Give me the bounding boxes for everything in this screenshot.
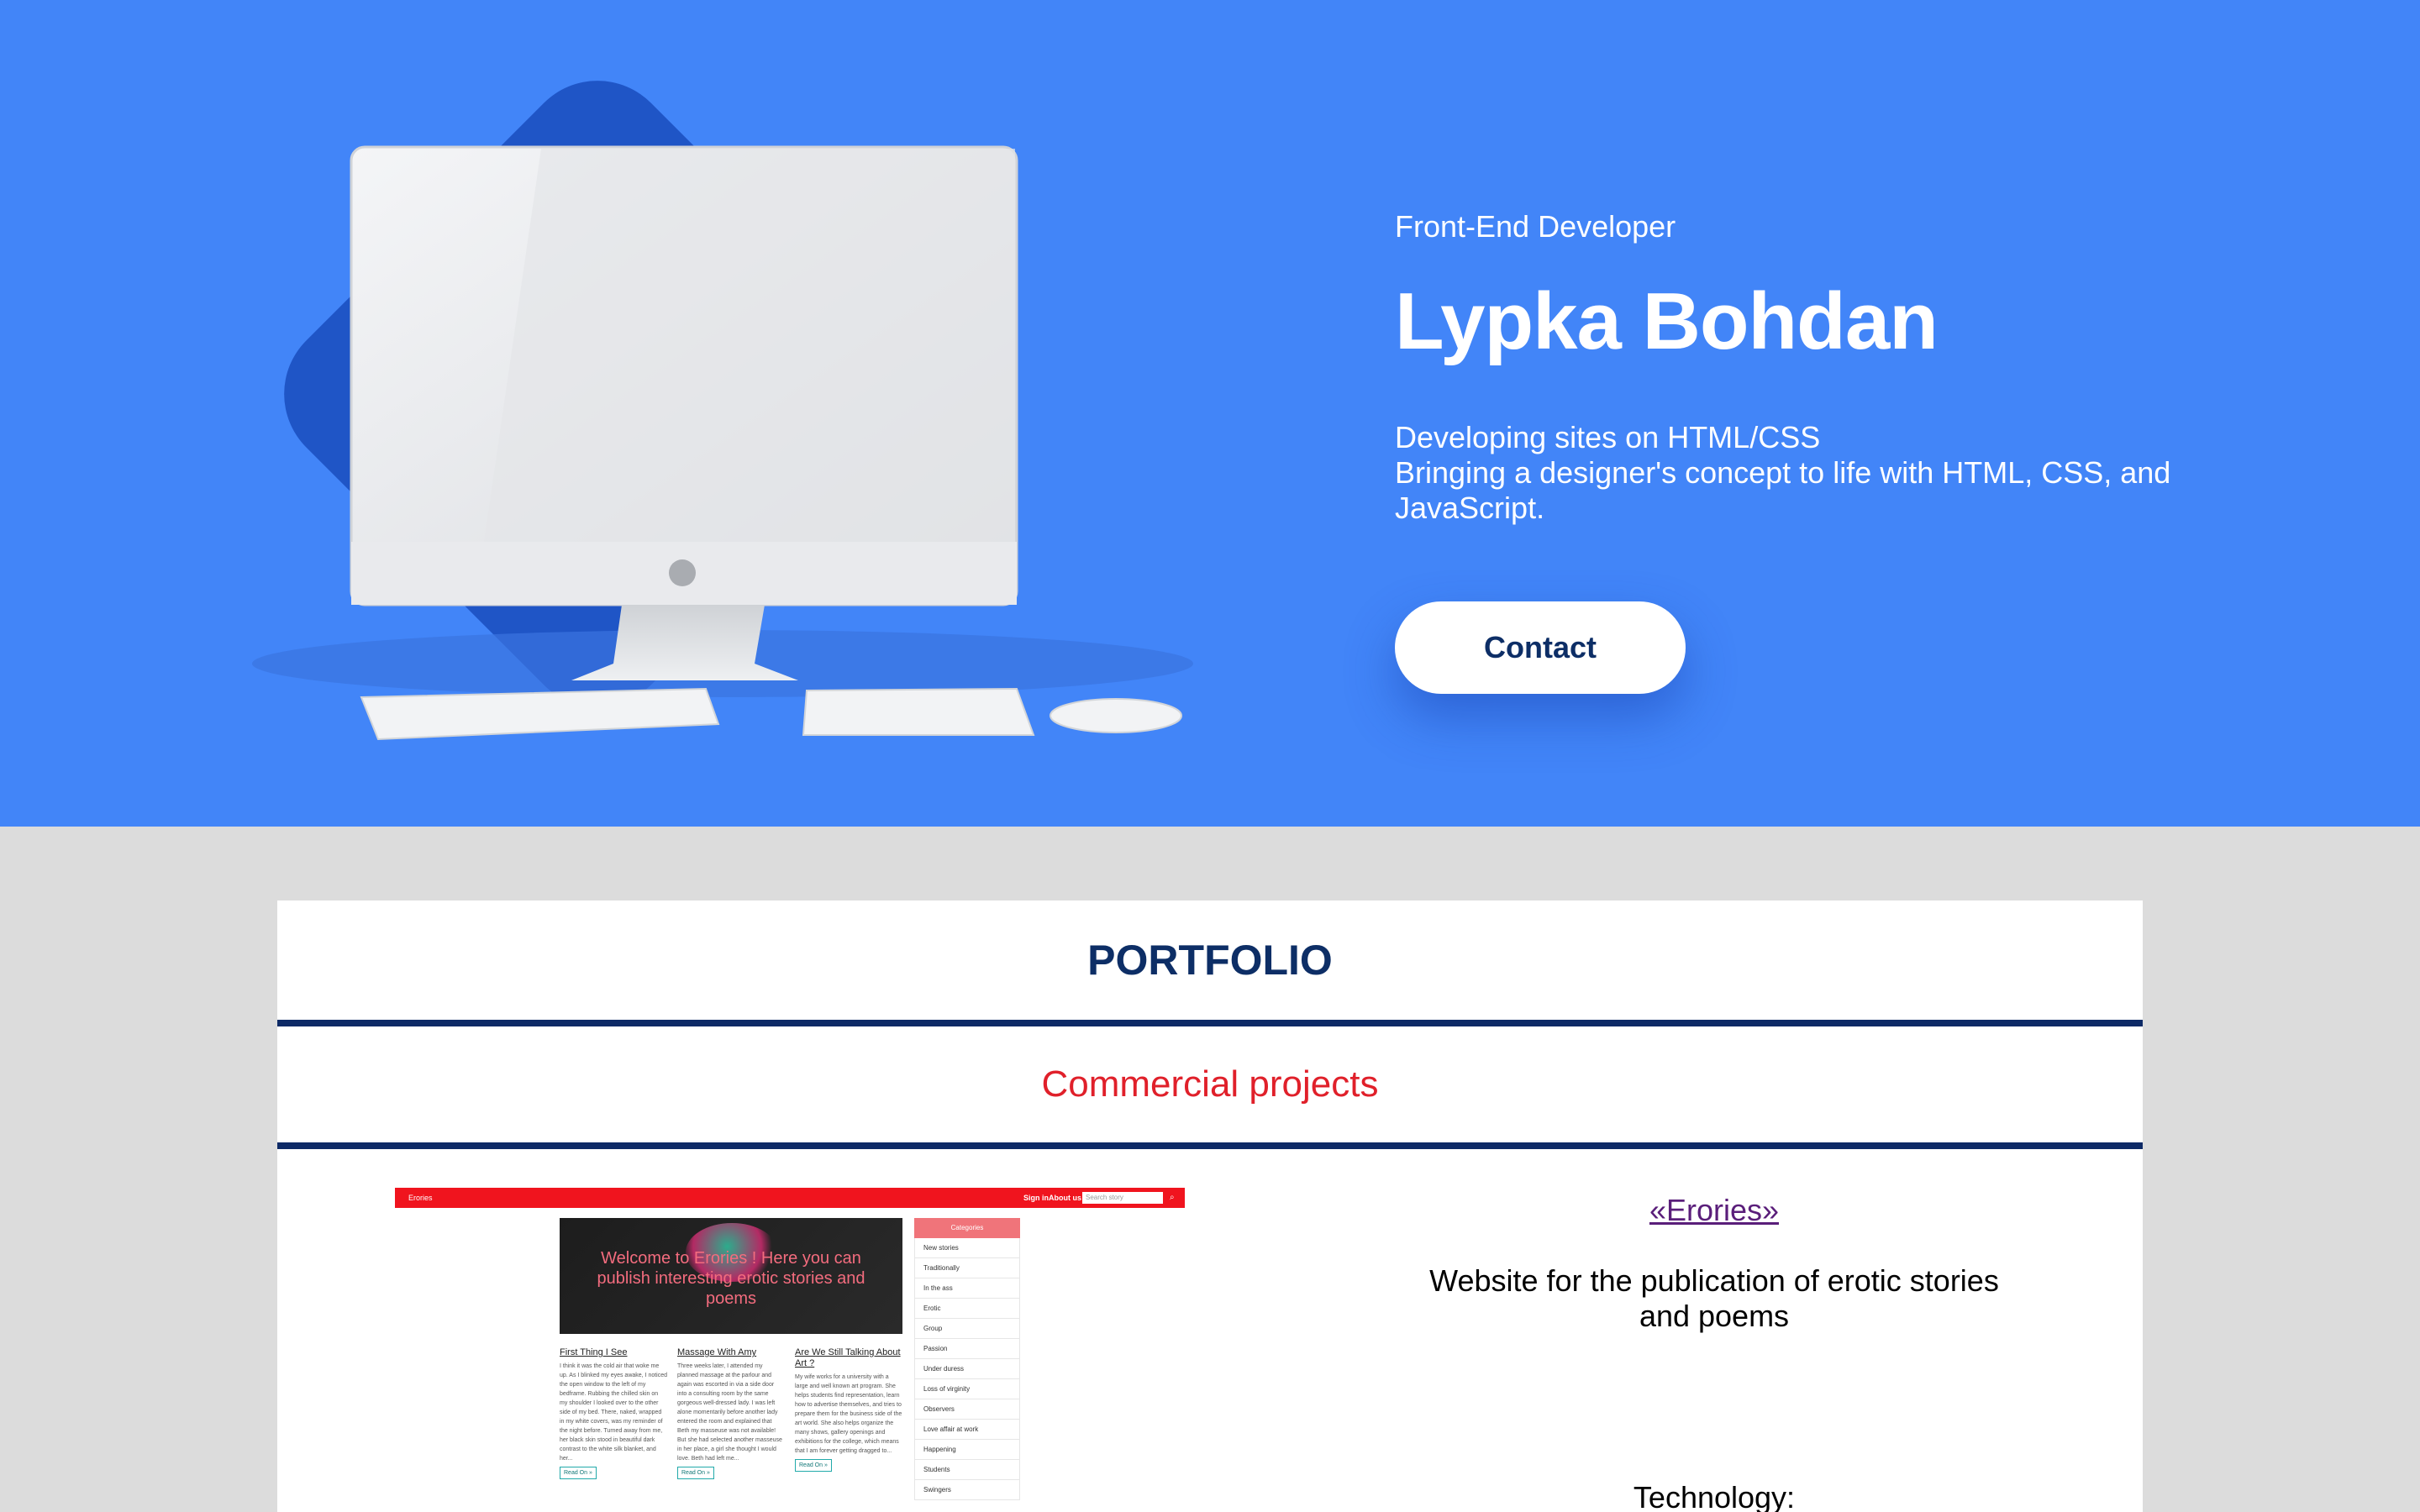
screenshot-article: Are We Still Talking About Art ? My wife… [795,1347,902,1472]
screenshot-read-more: Read On » [560,1467,597,1479]
screenshot-article-title: Massage With Amy [677,1347,757,1357]
screenshot-banner: Welcome to Erories ! Here you can publis… [560,1218,902,1334]
divider [277,1142,2143,1149]
project-screenshot[interactable]: Erories Sign in About us Search story ⌕ … [395,1188,1185,1512]
contact-button[interactable]: Contact [1395,601,1686,694]
project-card: Erories Sign in About us Search story ⌕ … [277,1149,2143,1512]
screenshot-article-excerpt: I think it was the cold air that woke me… [560,1363,668,1462]
hero-text: Front-End Developer Lypka Bohdan Develop… [1395,202,2235,526]
screenshot-read-more: Read On » [795,1459,832,1472]
screenshot-category: Traditionally [914,1258,1020,1278]
commercial-projects-heading: Commercial projects [1041,1063,1379,1105]
screenshot-category: In the ass [914,1278,1020,1299]
screenshot-nav-about: About us [1049,1194,1081,1202]
search-icon: ⌕ [1170,1193,1175,1202]
computer-illustration [252,81,1193,741]
hero-name: Lypka Bohdan [1395,276,1939,366]
screenshot-brand: Erories [408,1194,433,1202]
screenshot-article-excerpt: Three weeks later, I attended my planned… [677,1363,782,1462]
hero-section: Front-End Developer Lypka Bohdan Develop… [0,0,2420,827]
hero-description-line: Developing sites on HTML/CSS [1395,420,1821,454]
screenshot-category: Love affair at work [914,1420,1020,1440]
screenshot-category: Passion [914,1339,1020,1359]
screenshot-search: Search story [1082,1192,1163,1204]
screenshot-article: Massage With Amy Three weeks later, I at… [677,1347,785,1479]
screenshot-category: Happening [914,1440,1020,1460]
hero-description: Developing sites on HTML/CSS Bringing a … [1395,420,2235,526]
portfolio-section: PORTFOLIO Commercial projects Erories Si… [277,900,2143,1512]
screenshot-read-more: Read On » [677,1467,714,1479]
screenshot-article-title: First Thing I See [560,1347,628,1357]
screenshot-category: Erotic [914,1299,1020,1319]
screenshot-category: Observers [914,1399,1020,1420]
screenshot-categories: Categories New stories Traditionally In … [914,1218,1020,1500]
hero-description-line: Bringing a designer's concept to life wi… [1395,455,2171,525]
screenshot-category: Students [914,1460,1020,1480]
screenshot-article-excerpt: My wife works for a university with a la… [795,1374,902,1454]
screenshot-article-title: Are We Still Talking About Art ? [795,1347,901,1368]
project-description: Website for the publication of erotic st… [1429,1263,1999,1333]
portfolio-title: PORTFOLIO [1087,937,1333,984]
screenshot-navbar: Erories Sign in About us Search story ⌕ [395,1188,1185,1208]
screenshot-category: Group [914,1319,1020,1339]
project-info: «Erories» Website for the publication of… [1286,1188,2143,1512]
project-technology-label: Technology: [1633,1480,1796,1512]
hero-role: Front-End Developer [1395,209,1676,244]
project-link[interactable]: «Erories» [1649,1193,1779,1228]
screenshot-nav-signin: Sign in [1023,1194,1049,1202]
screenshot-category: Under duress [914,1359,1020,1379]
divider [277,1020,2143,1026]
screenshot-category: New stories [914,1238,1020,1258]
screenshot-banner-text: Welcome to Erories ! Here you can publis… [597,1249,865,1308]
screenshot-categories-title: Categories [914,1218,1020,1238]
screenshot-category: Loss of virginity [914,1379,1020,1399]
screenshot-category: Swingers [914,1480,1020,1500]
screenshot-article: First Thing I See I think it was the col… [560,1347,667,1479]
